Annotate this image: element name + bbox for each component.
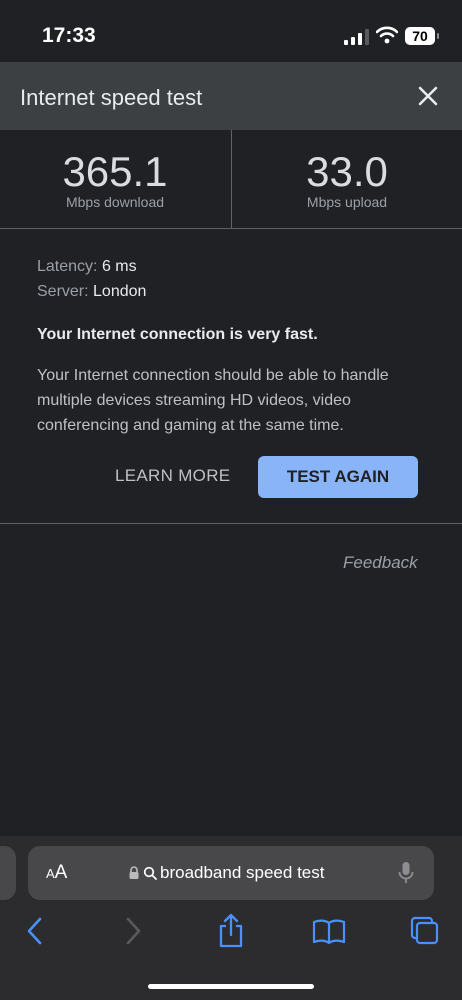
verdict-text: Your Internet connection is very fast. [37, 326, 318, 343]
result-details: Latency: 6 ms Server: London Your Intern… [37, 254, 437, 438]
tabs-icon[interactable] [410, 912, 440, 950]
share-icon[interactable] [216, 912, 246, 950]
feedback-link[interactable]: Feedback [343, 553, 418, 573]
upload-panel: 33.0 Mbps upload [231, 130, 462, 228]
search-icon [143, 866, 157, 880]
divider [0, 523, 462, 524]
latency-label: Latency: [37, 258, 98, 275]
download-panel: 365.1 Mbps download [0, 130, 230, 228]
back-icon[interactable] [26, 912, 44, 950]
reader-settings-button[interactable]: AA [46, 862, 67, 884]
test-again-button[interactable]: TEST AGAIN [258, 456, 418, 498]
home-indicator [148, 984, 314, 989]
upload-label: Mbps upload [306, 194, 388, 210]
signal-icon [344, 29, 369, 45]
learn-more-button[interactable]: LEARN MORE [115, 466, 230, 486]
download-label: Mbps download [65, 194, 165, 210]
server-label: Server: [37, 283, 89, 300]
server-value: London [93, 283, 147, 300]
battery-icon: 70 [405, 27, 439, 45]
speed-results: 365.1 Mbps download 33.0 Mbps upload [0, 130, 462, 229]
lock-icon [129, 866, 139, 879]
url-display[interactable]: broadband speed test [128, 863, 324, 883]
latency-value: 6 ms [101, 258, 137, 275]
wifi-icon [376, 26, 398, 44]
upload-value: 33.0 [306, 148, 388, 195]
forward-icon[interactable] [124, 912, 142, 950]
status-bar: 17:33 70 [0, 0, 462, 62]
latency-row: Latency: 6 ms [37, 254, 437, 279]
microphone-icon[interactable] [398, 861, 414, 885]
browser-toolbar [0, 912, 462, 952]
url-text: broadband speed test [160, 863, 325, 882]
server-row: Server: London [37, 279, 437, 304]
status-time: 17:33 [42, 24, 96, 47]
page-title: Internet speed test [20, 85, 203, 110]
previous-tab-edge[interactable] [0, 846, 16, 900]
close-icon[interactable] [414, 82, 442, 110]
address-bar[interactable]: AA broadband speed test [28, 846, 434, 900]
aa-small: A [46, 866, 55, 881]
dialog-header: Internet speed test [0, 62, 462, 130]
aa-large: A [54, 862, 68, 883]
download-value: 365.1 [62, 148, 168, 195]
description-text: Your Internet connection should be able … [37, 367, 389, 434]
bookmarks-icon[interactable] [312, 912, 346, 950]
